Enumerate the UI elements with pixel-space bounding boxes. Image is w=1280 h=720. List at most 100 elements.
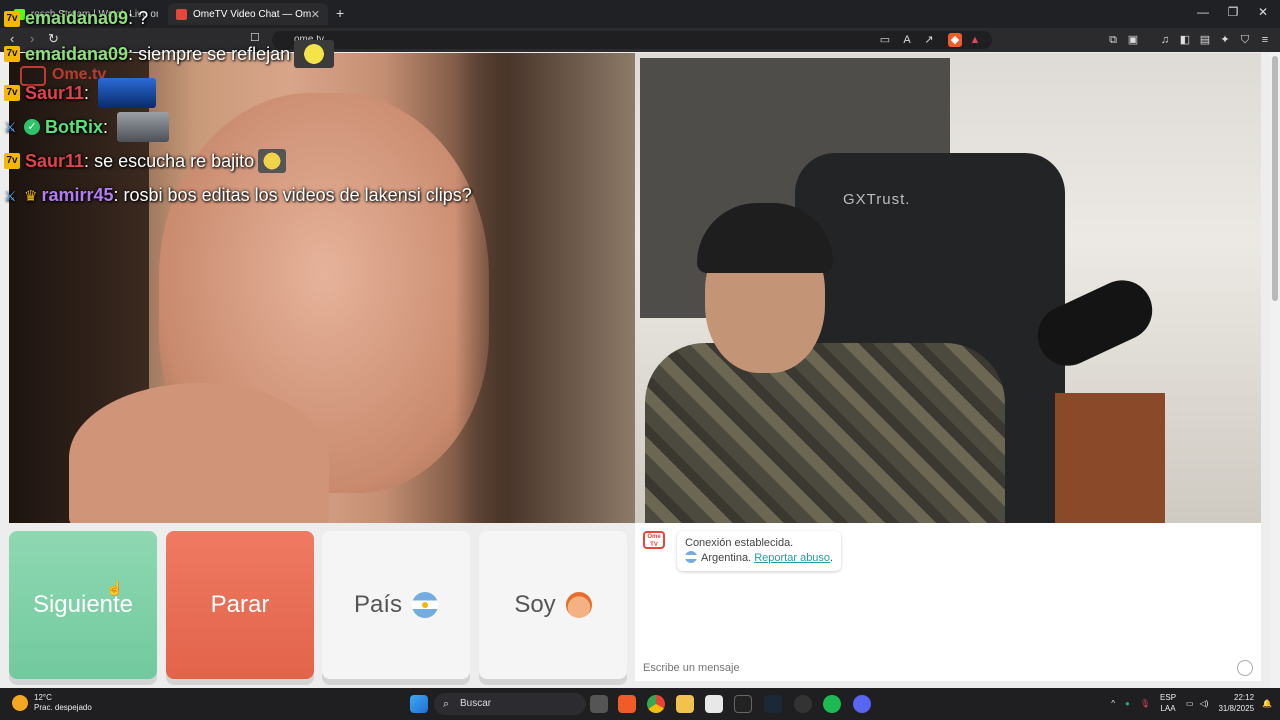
brave-browser-icon[interactable]	[618, 695, 636, 713]
stream-chat-message: 7v emaidana09 : ?	[4, 8, 148, 29]
notification-bell-icon[interactable]: 🔔	[1262, 699, 1272, 708]
emoji-picker-icon[interactable]	[1237, 660, 1253, 676]
rewards-icon[interactable]: ▲	[968, 33, 982, 47]
tray-overflow-icon[interactable]: ^	[1111, 699, 1115, 708]
vpn-icon[interactable]: ⛉	[1238, 33, 1252, 47]
spotify-icon[interactable]	[823, 695, 841, 713]
partner-country-line: Argentina. Reportar abuso.	[685, 551, 833, 566]
chat-username: emaidana09	[25, 8, 129, 28]
windows-taskbar: 12°C Prac. despejado ⌕ Buscar ^ ● 🎙 ESP …	[0, 688, 1280, 720]
taskbar-clock[interactable]: 22:12 31/8/2025	[1218, 692, 1254, 714]
task-view-icon[interactable]	[590, 695, 608, 713]
chat-username: Saur11	[25, 150, 85, 171]
menu-icon[interactable]: ≡	[1258, 33, 1272, 47]
browser-tab-bar: rosch Stream | Watch Live on Kick OmeTV …	[0, 0, 1280, 28]
stop-button-label: Parar	[210, 591, 270, 618]
steam-icon[interactable]	[764, 695, 782, 713]
message-input[interactable]	[635, 655, 1261, 681]
stop-button[interactable]: Parar	[166, 531, 314, 679]
system-tray: ^ ● 🎙 ESP LAA ▭ ◁) 22:12 31/8/2025 🔔	[1111, 692, 1272, 714]
network-icon[interactable]: ▭	[1186, 699, 1194, 708]
cast-icon[interactable]: ▭	[878, 33, 892, 47]
connection-status: Conexión establecida.	[685, 537, 794, 549]
chat-username: ramirr45	[41, 185, 114, 205]
keyboard-layout: LAA	[1160, 704, 1176, 713]
security-tray-icon[interactable]: ●	[1125, 699, 1130, 708]
weather-temperature: 12°C	[34, 693, 52, 702]
chrome-icon[interactable]	[647, 695, 665, 713]
clock-time: 22:12	[1234, 693, 1255, 702]
file-explorer-icon[interactable]	[676, 695, 694, 713]
stream-chat-message: 7v Saur11 : se escucha re bajito	[4, 149, 287, 173]
sidebar-icon[interactable]: ◧	[1178, 33, 1192, 47]
country-selector-button[interactable]: País	[322, 531, 470, 679]
page-scrollbar[interactable]	[1270, 52, 1280, 688]
chat-separator: :	[84, 82, 95, 103]
language-code: ESP	[1160, 693, 1177, 702]
verified-badge-icon: ✓	[24, 119, 40, 135]
screenshot-icon[interactable]: ▣	[1126, 33, 1140, 47]
chat-separator: :	[103, 116, 114, 137]
search-placeholder: Buscar	[460, 698, 492, 709]
report-abuse-link[interactable]: Reportar abuso	[754, 552, 830, 564]
period: .	[830, 552, 834, 564]
chat-emote-icon	[117, 112, 170, 142]
maximize-button[interactable]: ❐	[1218, 5, 1248, 19]
new-tab-button[interactable]: +	[336, 5, 344, 21]
scrollbar-thumb[interactable]	[1272, 56, 1278, 301]
chat-separator: :	[113, 185, 124, 205]
sword-badge-icon: ⚔	[4, 187, 17, 204]
sword-badge-icon: ⚔	[4, 119, 17, 135]
chat-emote-icon	[294, 40, 335, 68]
chat-message-text: siempre se reflejan	[138, 43, 291, 64]
language-indicator[interactable]: ESP LAA	[1160, 692, 1176, 714]
7tv-badge-icon: 7v	[4, 10, 20, 27]
wallet-icon[interactable]: ▤	[1198, 33, 1212, 47]
weather-sun-icon	[12, 695, 28, 711]
chat-username: Saur11	[25, 82, 85, 103]
extensions-icon[interactable]: ⧉	[1106, 33, 1120, 47]
chat-emote-icon	[258, 149, 287, 173]
stream-chat-message: 7v emaidana09 : siempre se reflejan	[4, 40, 335, 68]
stream-chat-message: 7v Saur11 :	[4, 78, 157, 108]
close-tab-icon[interactable]: ✕	[311, 8, 320, 21]
minimize-button[interactable]: —	[1188, 5, 1218, 19]
microphone-tray-icon[interactable]: 🎙	[1140, 699, 1150, 708]
video-hoodie	[645, 343, 1005, 523]
7tv-badge-icon: 7v	[4, 85, 20, 101]
epic-games-icon[interactable]	[734, 695, 752, 713]
share-icon[interactable]: ↗	[922, 33, 936, 47]
chat-message-text: ?	[138, 8, 149, 28]
weather-description: Prac. despejado	[34, 703, 92, 712]
weather-widget[interactable]: 12°C Prac. despejado	[12, 693, 92, 713]
7tv-badge-icon: 7v	[4, 46, 20, 62]
ometv-logo-icon: Ome TV	[643, 531, 665, 549]
translate-icon[interactable]: A	[900, 33, 914, 47]
media-icon[interactable]: ♫	[1158, 33, 1172, 47]
close-window-button[interactable]: ✕	[1248, 5, 1278, 19]
chat-separator: :	[128, 43, 139, 64]
gender-selector-button[interactable]: Soy	[479, 531, 627, 679]
7tv-badge-icon: 7v	[4, 153, 20, 169]
start-button-icon[interactable]	[410, 695, 428, 713]
argentina-flag-icon	[412, 592, 439, 618]
microsoft-store-icon[interactable]	[705, 695, 723, 713]
obs-icon[interactable]	[794, 695, 812, 713]
taskbar-search[interactable]: ⌕ Buscar	[434, 693, 586, 715]
partner-country: Argentina.	[701, 552, 752, 564]
leo-ai-icon[interactable]: ✦	[1218, 33, 1232, 47]
tab-ometv[interactable]: OmeTV Video Chat — Omegle ✕	[168, 3, 328, 25]
country-button-label: País	[353, 591, 403, 618]
ometv-favicon-icon	[176, 8, 187, 20]
ometv-page: GXTrust. 7v emaidana09 : ? 7v emaidana09…	[0, 8, 1280, 688]
brave-shield-icon[interactable]: ◆	[948, 33, 962, 47]
next-button[interactable]: Siguiente	[9, 531, 157, 679]
video-hand	[69, 383, 329, 523]
chat-message-text: se escucha re bajito	[94, 150, 255, 171]
chat-message-text: rosbi bos editas los videos de lakensi c…	[123, 185, 472, 205]
discord-icon[interactable]	[853, 695, 871, 713]
video-hair-right	[455, 53, 635, 523]
argentina-flag-icon	[685, 551, 697, 563]
stream-chat-message: ⚔ ✓ BotRix :	[4, 112, 170, 142]
volume-icon[interactable]: ◁)	[1200, 699, 1209, 708]
